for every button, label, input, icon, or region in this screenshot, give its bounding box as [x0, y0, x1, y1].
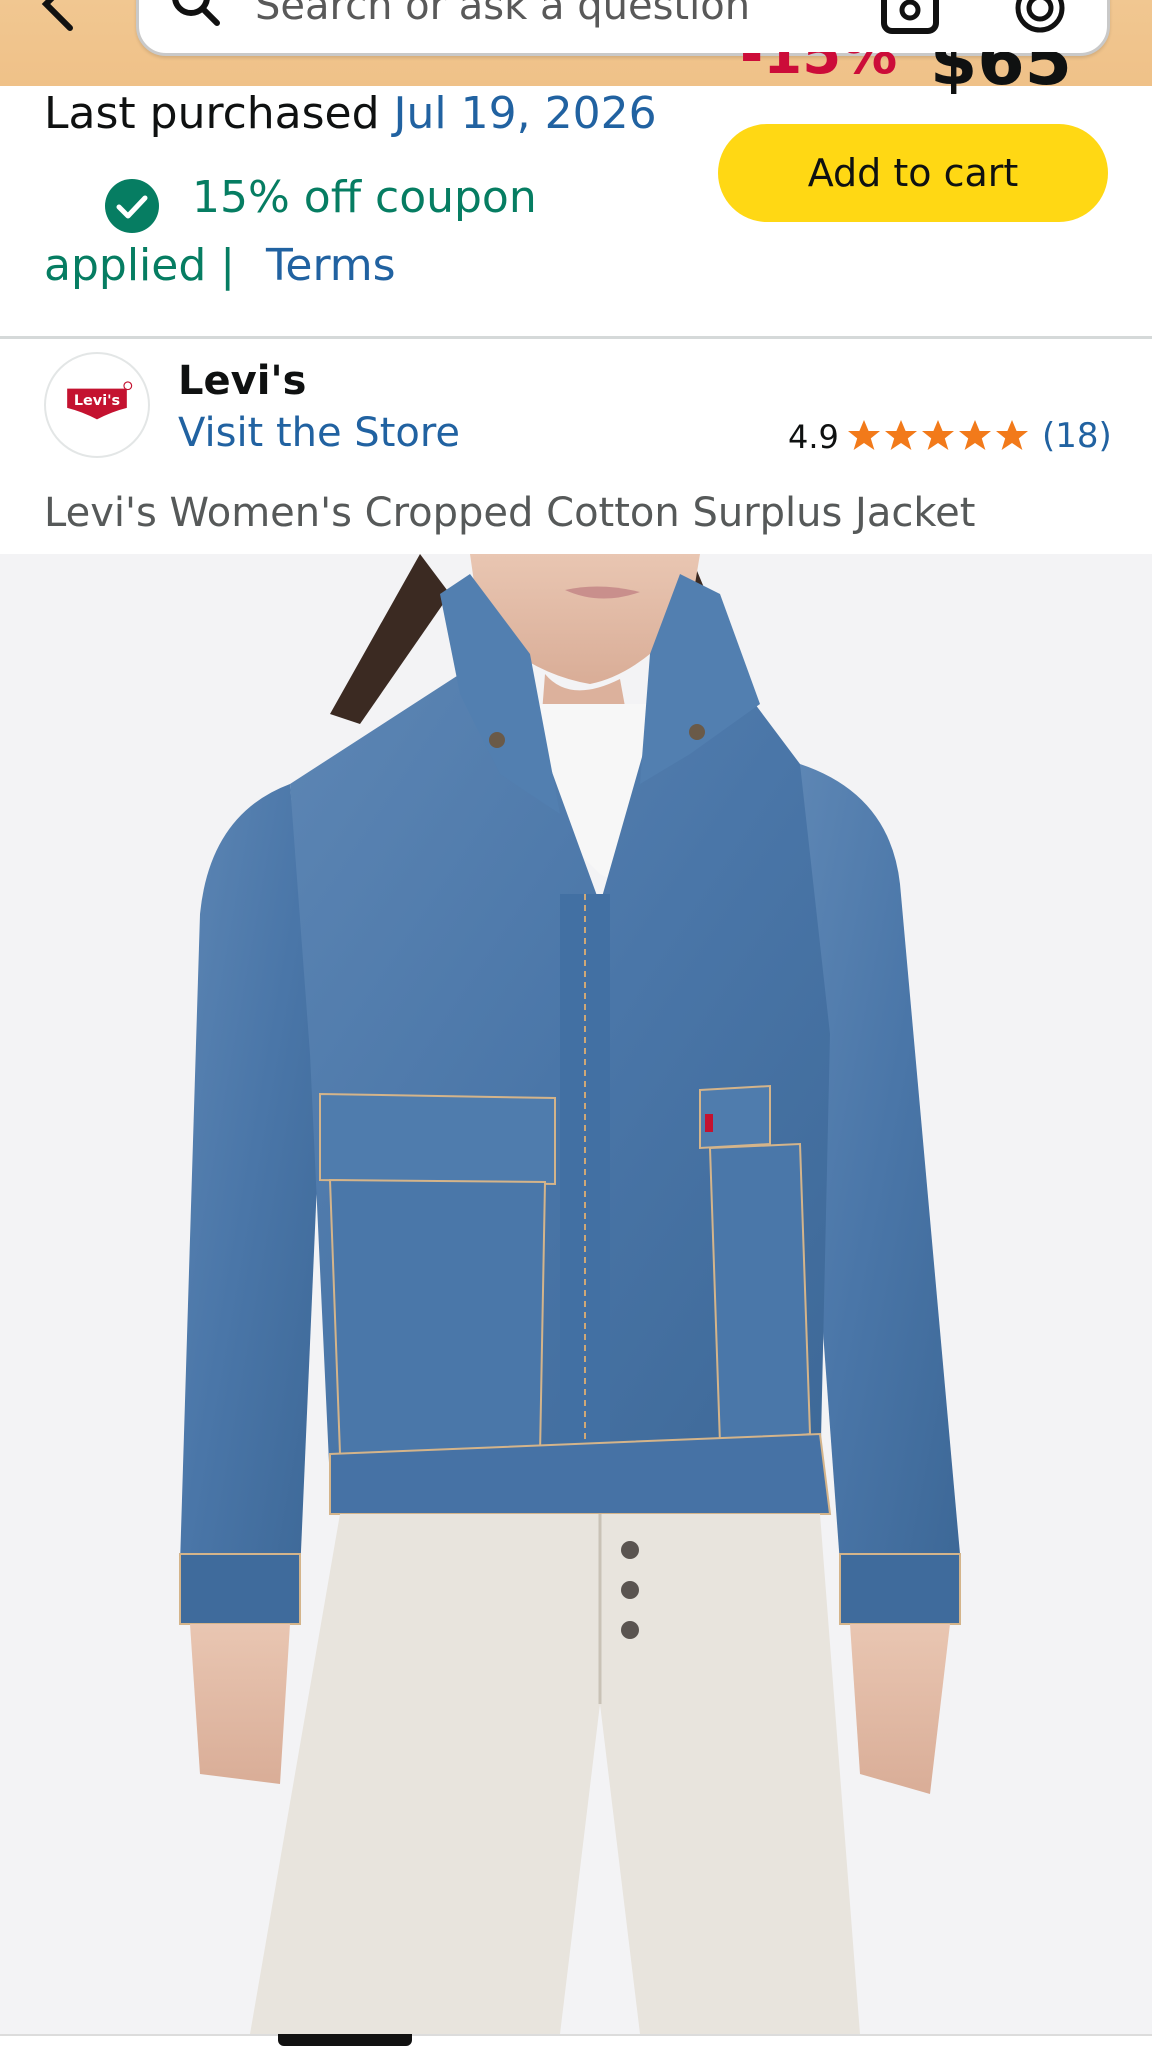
home-indicator[interactable] — [278, 2034, 412, 2046]
camera-icon[interactable] — [879, 0, 941, 35]
add-to-cart-button[interactable]: Add to cart — [718, 124, 1108, 222]
price-row: -15% $65 — [740, 52, 1080, 96]
mic-icon[interactable] — [1013, 0, 1067, 35]
star-icon — [848, 420, 880, 450]
discount-percent: -15% — [740, 52, 898, 87]
search-icon — [172, 0, 220, 26]
star-icon — [996, 420, 1028, 450]
star-rating[interactable] — [846, 418, 1032, 456]
checkmark-circle-icon — [105, 179, 159, 233]
visit-store-link[interactable]: Visit the Store — [178, 410, 460, 456]
svg-text:Levi's: Levi's — [74, 393, 120, 409]
back-arrow-icon[interactable] — [30, 0, 90, 32]
denim-jacket-image — [0, 554, 1152, 2034]
star-icon — [885, 420, 917, 450]
section-divider — [0, 336, 1152, 339]
brand-logo[interactable]: Levi's — [44, 352, 150, 458]
last-purchased-date[interactable]: Jul 19, 2026 — [394, 88, 657, 139]
product-title: Levi's Women's Cropped Cotton Surplus Ja… — [44, 490, 976, 536]
last-purchased: Last purchased Jul 19, 2026 — [44, 88, 657, 139]
levis-logo-icon: Levi's — [67, 381, 133, 420]
star-icon — [922, 420, 954, 450]
product-image[interactable] — [0, 554, 1152, 2034]
coupon-terms-link[interactable]: Terms — [266, 240, 396, 291]
brand-name[interactable]: Levi's — [178, 358, 306, 404]
coupon-applied-text: applied | — [44, 240, 236, 291]
price-amount: $65 — [930, 52, 1072, 96]
coupon-text: 15% off coupon — [192, 172, 537, 223]
last-purchased-label: Last purchased — [44, 88, 380, 139]
search-input[interactable]: Search or ask a question — [255, 0, 750, 29]
rating-value: 4.9 — [788, 418, 839, 456]
search-bar[interactable]: Search or ask a question — [136, 0, 1110, 56]
star-icon — [959, 420, 991, 450]
rating-count-link[interactable]: (18) — [1042, 416, 1112, 456]
